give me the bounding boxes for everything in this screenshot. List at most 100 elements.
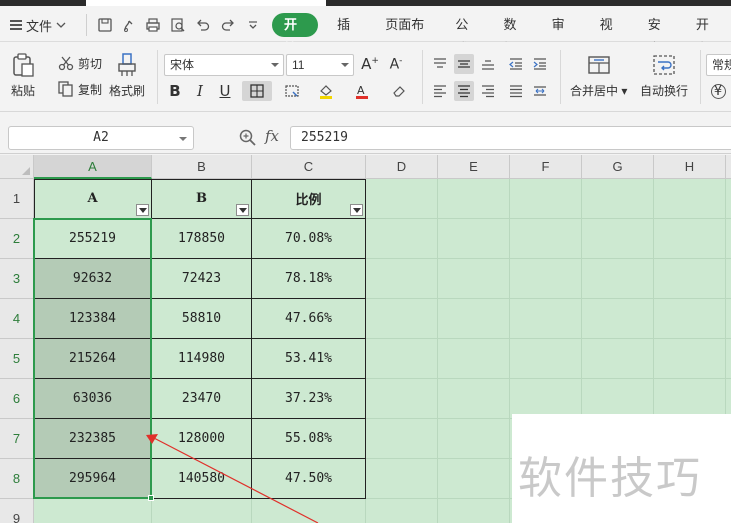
print-icon[interactable] [144, 16, 162, 34]
column-header-partial[interactable] [726, 155, 731, 179]
decrease-indent-icon[interactable] [506, 54, 526, 74]
column-header-g[interactable]: G [582, 155, 654, 179]
wrap-text-icon [653, 55, 675, 75]
number-format-select[interactable]: 常规 [706, 54, 731, 76]
merge-center-button[interactable]: 合并居中 ▾ [570, 52, 627, 99]
paste-button[interactable]: 粘贴 [10, 52, 36, 99]
filter-dropdown-icon[interactable] [350, 204, 363, 216]
table-cell[interactable]: 140580 [152, 459, 252, 499]
row-header-1[interactable]: 1 [0, 179, 34, 219]
filter-dropdown-icon[interactable] [136, 204, 149, 216]
font-color-icon[interactable]: A [348, 81, 376, 101]
tab-view[interactable]: 视图 [587, 13, 635, 56]
tab-developer[interactable]: 开发 [683, 13, 731, 56]
format-painter-button[interactable]: 格式刷 [109, 52, 145, 99]
wrap-text-button[interactable]: 自动换行 [640, 52, 688, 99]
column-header-d[interactable]: D [366, 155, 438, 179]
copy-icon [58, 81, 73, 97]
row-header-2[interactable]: 2 [0, 219, 34, 259]
bold-icon[interactable]: B [165, 81, 185, 101]
table-cell[interactable]: 53.41% [252, 339, 366, 379]
tab-page-layout[interactable]: 页面布局 [372, 13, 442, 56]
align-right-icon[interactable] [478, 81, 498, 101]
row-header-3[interactable]: 3 [0, 259, 34, 299]
tab-home[interactable]: 开始 [272, 13, 319, 56]
align-middle-icon[interactable] [454, 54, 474, 74]
italic-icon[interactable]: I [190, 81, 210, 101]
currency-icon[interactable]: ¥ [708, 81, 728, 101]
underline-icon[interactable]: U [215, 81, 235, 101]
home-ribbon: 粘贴 剪切 复制 格式刷 宋体 11 A+ A- B I U A 合并居中 ▾ … [0, 42, 731, 112]
table-cell[interactable]: 70.08% [252, 219, 366, 259]
zoom-search-icon[interactable] [238, 128, 258, 148]
table-cell[interactable]: 37.23% [252, 379, 366, 419]
align-top-icon[interactable] [430, 54, 450, 74]
table-cell[interactable]: 114980 [152, 339, 252, 379]
tab-review[interactable]: 审阅 [539, 13, 587, 56]
column-header-h[interactable]: H [654, 155, 726, 179]
select-all-corner[interactable] [0, 155, 34, 179]
cut-button[interactable]: 剪切 [57, 54, 102, 72]
table-header-cell[interactable]: 比例 [252, 179, 366, 219]
table-cell[interactable]: 55.08% [252, 419, 366, 459]
font-size-value: 11 [292, 58, 305, 72]
table-cell[interactable]: 72423 [152, 259, 252, 299]
export-pdf-icon[interactable] [120, 16, 138, 34]
clear-format-icon[interactable] [385, 81, 413, 101]
align-left-icon[interactable] [430, 81, 450, 101]
tab-formulas[interactable]: 公式 [442, 13, 490, 56]
watermark-text: 软件技巧 [518, 453, 702, 504]
table-header-cell[interactable]: B [152, 179, 252, 219]
column-header-f[interactable]: F [510, 155, 582, 179]
table-cell[interactable]: 47.66% [252, 299, 366, 339]
table-cell[interactable]: 128000 [152, 419, 252, 459]
ribbon-separator [560, 50, 561, 104]
font-size-select[interactable]: 11 [286, 54, 354, 76]
justify-icon[interactable] [506, 81, 526, 101]
font-name-select[interactable]: 宋体 [164, 54, 284, 76]
cell-style-icon[interactable] [278, 81, 306, 101]
fill-color-icon[interactable] [312, 81, 340, 101]
row-header-4[interactable]: 4 [0, 299, 34, 339]
tab-insert[interactable]: 插入 [324, 13, 372, 56]
print-preview-icon[interactable] [169, 16, 187, 34]
column-header-b[interactable]: B [152, 155, 252, 179]
row-header-5[interactable]: 5 [0, 339, 34, 379]
redo-icon[interactable] [219, 16, 237, 34]
file-menu-button[interactable]: 文件 [10, 16, 66, 34]
borders-icon[interactable] [242, 81, 272, 101]
format-painter-label: 格式刷 [109, 84, 146, 98]
tab-data[interactable]: 数据 [490, 13, 538, 56]
tab-security[interactable]: 安全 [635, 13, 683, 56]
insert-function-button[interactable]: fx [265, 127, 279, 145]
table-cell[interactable]: 23470 [152, 379, 252, 419]
customize-toolbar-icon[interactable] [244, 16, 262, 34]
row-header-6[interactable]: 6 [0, 379, 34, 419]
increase-indent-icon[interactable] [530, 54, 550, 74]
row-header-8[interactable]: 8 [0, 459, 34, 499]
row-header-7[interactable]: 7 [0, 419, 34, 459]
table-cell[interactable]: 47.50% [252, 459, 366, 499]
column-header-a[interactable]: A [34, 155, 152, 179]
align-center-icon[interactable] [454, 81, 474, 101]
fill-handle[interactable] [148, 495, 154, 501]
save-icon[interactable] [96, 16, 114, 34]
name-box[interactable]: A2 [8, 126, 194, 150]
column-header-e[interactable]: E [438, 155, 510, 179]
align-bottom-icon[interactable] [478, 54, 498, 74]
column-header-c[interactable]: C [252, 155, 366, 179]
distributed-align-icon[interactable] [530, 81, 550, 101]
undo-icon[interactable] [194, 16, 212, 34]
row-header-9[interactable]: 9 [0, 499, 34, 523]
watermark: 软件技巧 [512, 414, 731, 523]
table-cell[interactable]: 78.18% [252, 259, 366, 299]
formula-input[interactable]: 255219 [290, 126, 731, 150]
copy-button[interactable]: 复制 [57, 80, 102, 98]
svg-text:A: A [357, 84, 365, 97]
decrease-font-size-icon[interactable]: A- [386, 54, 406, 74]
table-cell[interactable]: 58810 [152, 299, 252, 339]
table-cell[interactable]: 178850 [152, 219, 252, 259]
increase-font-size-icon[interactable]: A+ [360, 54, 380, 74]
table-header-cell[interactable]: A [34, 179, 152, 219]
filter-dropdown-icon[interactable] [236, 204, 249, 216]
